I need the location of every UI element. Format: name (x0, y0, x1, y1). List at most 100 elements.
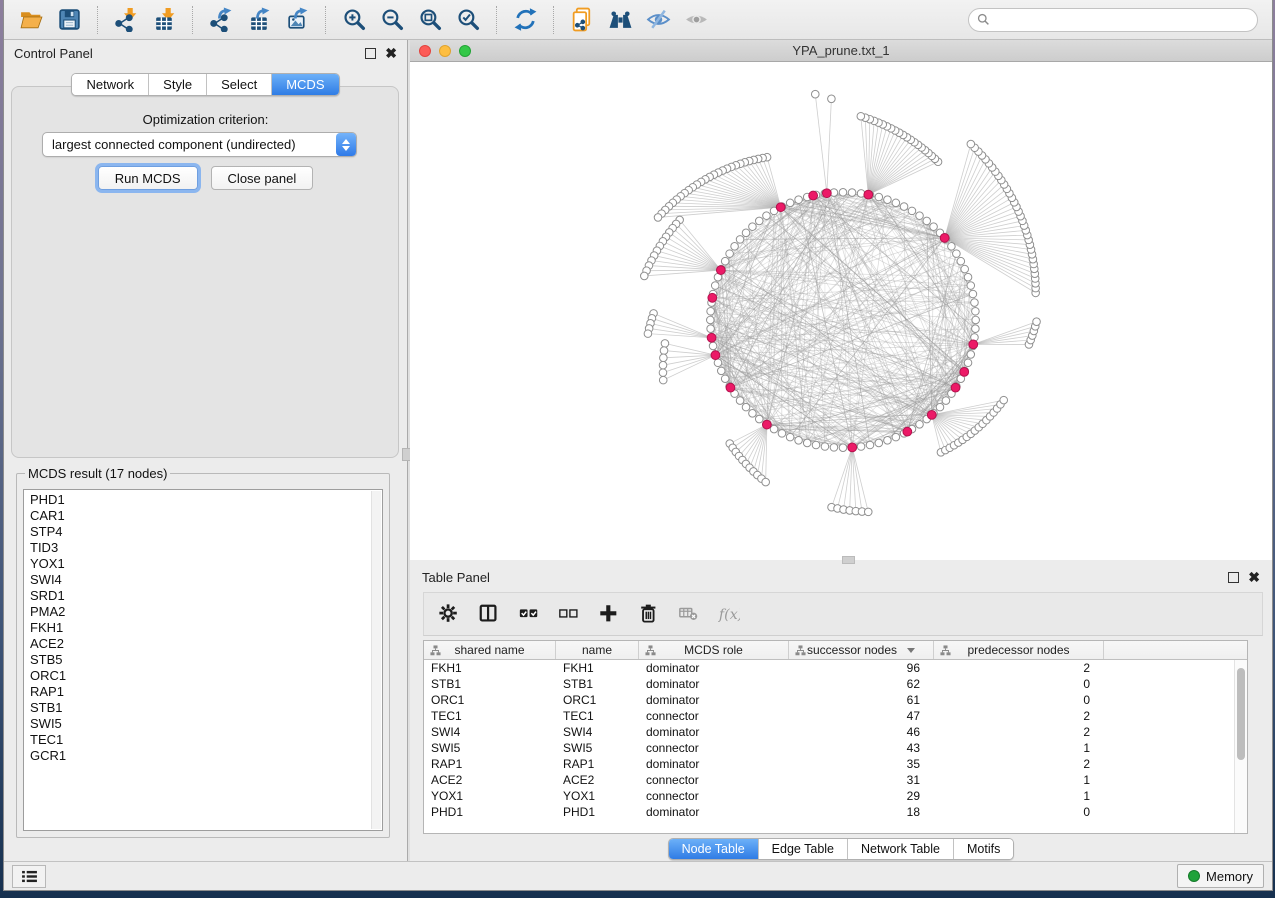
toolbar-separator (192, 6, 193, 34)
mcds-result-item[interactable]: RAP1 (30, 684, 376, 700)
selected-hub-node[interactable] (716, 266, 725, 275)
selected-hub-node[interactable] (960, 368, 969, 377)
zoom-in-icon[interactable] (337, 5, 371, 35)
mcds-result-item[interactable]: FKH1 (30, 620, 376, 636)
selected-hub-node[interactable] (762, 420, 771, 429)
hide-selected-icon[interactable] (641, 5, 675, 35)
zoom-fit-icon[interactable] (413, 5, 447, 35)
zoom-out-icon[interactable] (375, 5, 409, 35)
selected-hub-node[interactable] (711, 351, 720, 360)
open-file-icon[interactable] (14, 5, 48, 35)
mcds-result-item[interactable]: YOX1 (30, 556, 376, 572)
tab-edge-table[interactable]: Edge Table (759, 839, 848, 859)
column-header-name[interactable]: name (556, 641, 639, 659)
close-panel-button[interactable]: Close panel (211, 166, 314, 190)
table-row[interactable]: ORC1ORC1dominator610 (424, 692, 1247, 708)
table-scrollbar[interactable] (1234, 660, 1247, 833)
mcds-result-item[interactable]: SWI4 (30, 572, 376, 588)
column-header-MCDS-role[interactable]: MCDS role (639, 641, 789, 659)
table-row[interactable]: PHD1PHD1dominator180 (424, 804, 1247, 820)
selected-hub-node[interactable] (809, 191, 818, 200)
uncheck-pair-icon[interactable] (556, 601, 582, 627)
mcds-result-item[interactable]: ACE2 (30, 636, 376, 652)
table-row[interactable]: YOX1YOX1connector291 (424, 788, 1247, 804)
show-panels-button[interactable] (12, 865, 46, 888)
network-canvas[interactable] (410, 62, 1272, 560)
mcds-result-item[interactable]: TID3 (30, 540, 376, 556)
tab-network-table[interactable]: Network Table (848, 839, 954, 859)
check-pair-icon[interactable] (516, 601, 542, 627)
mcds-result-item[interactable]: CAR1 (30, 508, 376, 524)
selected-hub-node[interactable] (951, 383, 960, 392)
selected-hub-node[interactable] (940, 234, 949, 243)
network-graph[interactable] (410, 62, 1272, 560)
gear-icon[interactable] (436, 601, 462, 627)
mcds-result-item[interactable]: STB5 (30, 652, 376, 668)
selected-hub-node[interactable] (776, 203, 785, 212)
column-header-shared-name[interactable]: shared name (424, 641, 556, 659)
result-list-scrollbar[interactable] (371, 491, 381, 829)
table-row[interactable]: RAP1RAP1dominator352 (424, 756, 1247, 772)
table-scrollbar-thumb[interactable] (1237, 668, 1245, 760)
show-all-icon (679, 5, 713, 35)
tab-style[interactable]: Style (149, 74, 207, 95)
float-panel-icon[interactable] (365, 48, 376, 59)
selected-hub-node[interactable] (903, 427, 912, 436)
selected-hub-node[interactable] (707, 333, 716, 342)
search-box[interactable] (968, 8, 1258, 32)
selected-hub-node[interactable] (726, 383, 735, 392)
mcds-result-item[interactable]: STB1 (30, 700, 376, 716)
selected-hub-node[interactable] (708, 293, 717, 302)
search-input[interactable] (995, 13, 1249, 27)
binoculars-icon[interactable] (603, 5, 637, 35)
table-row[interactable]: STB1STB1dominator620 (424, 676, 1247, 692)
close-panel-icon[interactable]: ✖ (385, 48, 397, 59)
tab-motifs[interactable]: Motifs (954, 839, 1013, 859)
column-header-label: shared name (454, 643, 524, 657)
tab-network[interactable]: Network (72, 74, 149, 95)
table-panel: Table Panel ✖ f(x) shared namenameMCDS r… (410, 566, 1272, 861)
import-network-icon[interactable] (109, 5, 143, 35)
mcds-result-item[interactable]: SRD1 (30, 588, 376, 604)
plus-icon[interactable] (596, 601, 622, 627)
table-row[interactable]: ACE2ACE2connector311 (424, 772, 1247, 788)
table-row[interactable]: TEC1TEC1connector472 (424, 708, 1247, 724)
table-row[interactable]: SWI4SWI4dominator462 (424, 724, 1247, 740)
column-header-predecessor-nodes[interactable]: predecessor nodes (934, 641, 1104, 659)
export-network-icon[interactable] (204, 5, 238, 35)
export-image-icon[interactable] (280, 5, 314, 35)
tab-node-table[interactable]: Node Table (669, 839, 759, 859)
run-mcds-button[interactable]: Run MCDS (98, 166, 198, 190)
selected-hub-node[interactable] (822, 189, 831, 198)
float-table-panel-icon[interactable] (1228, 572, 1239, 583)
selected-hub-node[interactable] (927, 410, 936, 419)
selected-hub-node[interactable] (969, 340, 978, 349)
mcds-result-item[interactable]: STP4 (30, 524, 376, 540)
import-table-icon[interactable] (147, 5, 181, 35)
export-table-icon[interactable] (242, 5, 276, 35)
tab-select[interactable]: Select (207, 74, 272, 95)
tab-mcds[interactable]: MCDS (272, 74, 338, 95)
optimization-criterion-dropdown[interactable]: largest connected component (undirected) (42, 132, 357, 157)
column-header-successor-nodes[interactable]: successor nodes (789, 641, 934, 659)
horizontal-splitter-grip[interactable] (842, 556, 855, 564)
mcds-result-item[interactable]: GCR1 (30, 748, 376, 764)
mcds-result-item[interactable]: PHD1 (30, 492, 376, 508)
mcds-result-item[interactable]: PMA2 (30, 604, 376, 620)
save-session-icon[interactable] (52, 5, 86, 35)
table-row[interactable]: FKH1FKH1dominator962 (424, 660, 1247, 676)
selected-hub-node[interactable] (848, 443, 857, 452)
table-row[interactable]: SWI5SWI5connector431 (424, 740, 1247, 756)
zoom-selected-icon[interactable] (451, 5, 485, 35)
columns-icon[interactable] (476, 601, 502, 627)
refresh-icon[interactable] (508, 5, 542, 35)
mcds-result-list[interactable]: PHD1CAR1STP4TID3YOX1SWI4SRD1PMA2FKH1ACE2… (23, 489, 383, 831)
selected-hub-node[interactable] (864, 190, 873, 199)
mcds-result-item[interactable]: TEC1 (30, 732, 376, 748)
memory-button[interactable]: Memory (1177, 864, 1264, 888)
share-document-icon[interactable] (565, 5, 599, 35)
trash-icon[interactable] (636, 601, 662, 627)
mcds-result-item[interactable]: SWI5 (30, 716, 376, 732)
mcds-result-item[interactable]: ORC1 (30, 668, 376, 684)
close-table-panel-icon[interactable]: ✖ (1248, 572, 1260, 583)
